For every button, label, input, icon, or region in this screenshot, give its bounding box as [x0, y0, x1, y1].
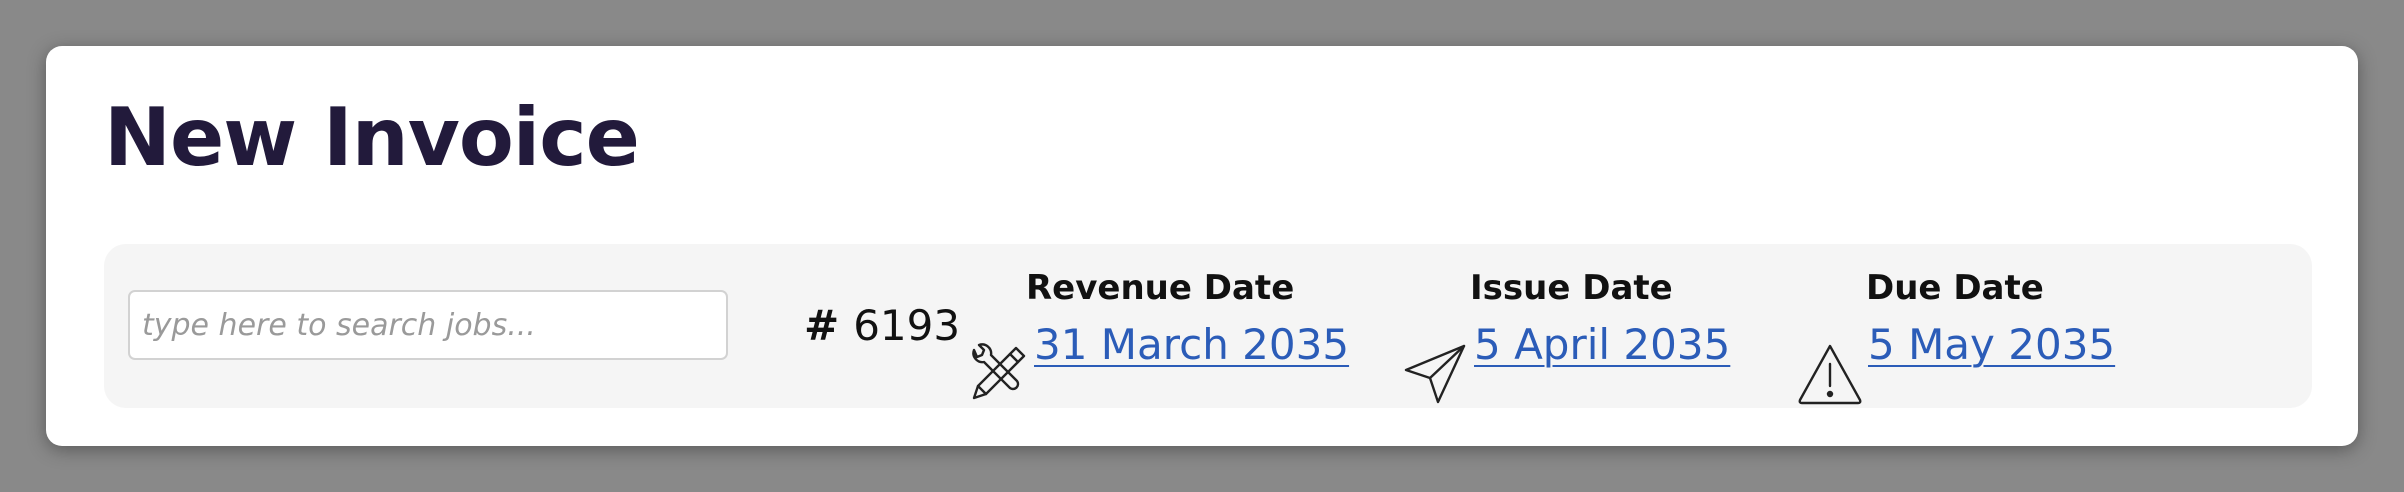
job-search-input[interactable] [128, 290, 728, 360]
revenue-date-link[interactable]: 31 March 2035 [1034, 320, 1349, 369]
invoice-number: # 6193 [804, 292, 960, 358]
issue-date-link[interactable]: 5 April 2035 [1474, 320, 1730, 369]
warning-icon [1796, 340, 1864, 408]
tools-icon [964, 340, 1032, 408]
page-title: New Invoice [104, 91, 640, 184]
invoice-card: New Invoice # 6193 Revenue Date 31 March… [46, 46, 2358, 446]
due-date-link[interactable]: 5 May 2035 [1868, 320, 2115, 369]
paper-plane-icon [1402, 340, 1470, 408]
revenue-date-label: Revenue Date [1026, 268, 1295, 308]
due-date-label: Due Date [1866, 268, 2044, 308]
invoice-number-hash: # [804, 300, 840, 350]
invoice-details-panel: # 6193 Revenue Date 31 March 2035 Issue … [104, 244, 2312, 408]
issue-date-label: Issue Date [1470, 268, 1673, 308]
invoice-number-value: 6193 [853, 300, 961, 350]
